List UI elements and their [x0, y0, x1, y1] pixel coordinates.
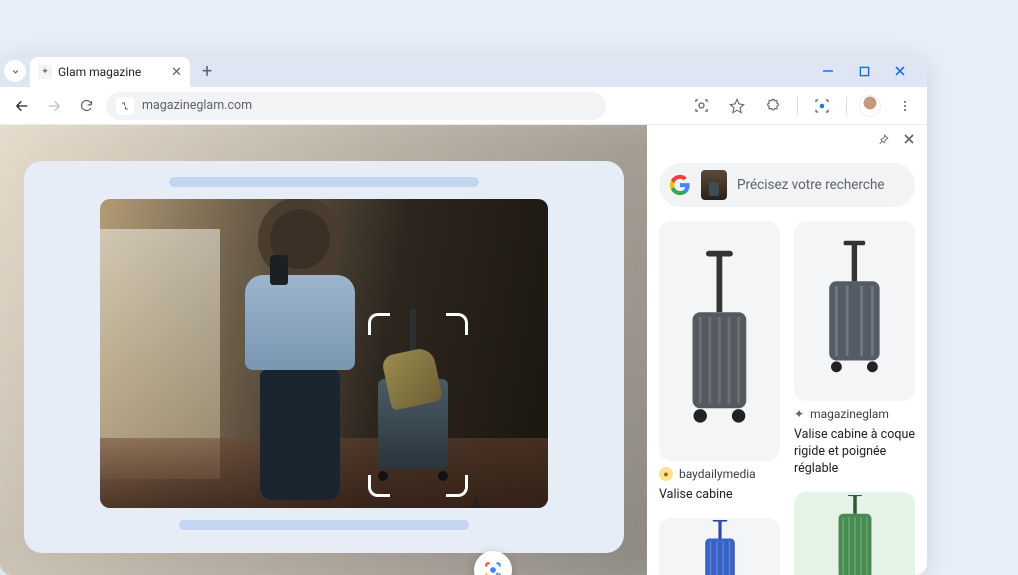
chevron-down-icon [10, 66, 21, 77]
arrow-left-icon [14, 98, 30, 114]
result-source: ● baydailymedia [659, 467, 780, 481]
result-image [659, 518, 780, 575]
address-bar[interactable]: magazineglam.com [106, 92, 606, 120]
lens-icon [693, 97, 710, 114]
reload-icon [79, 98, 94, 113]
result-image [659, 221, 780, 461]
source-favicon-icon: ● [659, 467, 673, 481]
pin-icon [877, 133, 890, 146]
toolbar: magazineglam.com [0, 87, 927, 125]
tab-active[interactable]: ✦ Glam magazine ✕ [30, 57, 190, 87]
new-tab-button[interactable]: + [194, 61, 220, 82]
refine-search-placeholder: Précisez votre recherche [737, 177, 885, 193]
suitcase-icon [690, 520, 750, 575]
tab-close-button[interactable]: ✕ [171, 65, 182, 80]
arrow-right-icon [46, 98, 62, 114]
tab-favicon-icon: ✦ [38, 65, 52, 79]
lens-side-panel: Précisez votre recherche [647, 125, 927, 575]
profile-avatar[interactable] [859, 95, 881, 117]
puzzle-icon [765, 98, 781, 114]
result-image [794, 221, 915, 401]
main-photo[interactable] [100, 199, 548, 508]
suitcase-icon [822, 495, 888, 575]
tab-title: Glam magazine [58, 65, 141, 79]
address-url: magazineglam.com [142, 98, 252, 113]
results-grid: ● baydailymedia Valise cabine [659, 221, 915, 575]
person-illustration [230, 209, 370, 499]
result-card[interactable] [659, 518, 780, 575]
extensions-button[interactable] [761, 94, 785, 118]
result-title: Valise cabine [659, 487, 780, 504]
result-card[interactable]: ● baydailymedia Valise cabine [659, 221, 780, 504]
bookmark-button[interactable] [725, 94, 749, 118]
page-content [0, 125, 647, 575]
close-panel-button[interactable] [901, 131, 917, 147]
lens-toolbar-button[interactable] [689, 94, 713, 118]
lens-active-indicator[interactable] [810, 94, 834, 118]
forward-button[interactable] [42, 94, 66, 118]
content-area: Précisez votre recherche [0, 125, 927, 575]
lens-crop-selection[interactable] [370, 315, 466, 495]
result-source: ✦ magazineglam [794, 407, 915, 421]
suitcase-icon [671, 245, 768, 437]
refine-search-input[interactable]: Précisez votre recherche [659, 163, 915, 207]
suitcase-icon [806, 239, 903, 383]
close-icon [903, 133, 915, 145]
pin-panel-button[interactable] [875, 131, 891, 147]
close-window-button[interactable] [893, 64, 907, 78]
page-card [24, 161, 624, 553]
source-favicon-icon: ✦ [794, 407, 804, 421]
skeleton-bar [179, 520, 469, 530]
lens-color-icon [483, 560, 503, 575]
window-controls [821, 64, 923, 78]
result-card[interactable]: ✦ magazineglam Valise cabine à coque rig… [794, 221, 915, 478]
google-logo-icon [669, 174, 691, 196]
browser-window: ✦ Glam magazine ✕ + [0, 55, 927, 575]
result-image [794, 492, 915, 575]
back-button[interactable] [10, 94, 34, 118]
skeleton-bar [169, 177, 479, 187]
result-title: Valise cabine à coque rigide et poignée … [794, 427, 915, 478]
tab-search-button[interactable] [4, 60, 26, 82]
minimize-button[interactable] [821, 64, 835, 78]
search-image-thumbnail [701, 170, 727, 200]
result-card[interactable] [794, 492, 915, 575]
site-info-icon[interactable] [116, 97, 134, 115]
menu-button[interactable] [893, 94, 917, 118]
tab-strip: ✦ Glam magazine ✕ + [0, 55, 927, 87]
star-icon [729, 98, 745, 114]
kebab-icon [898, 99, 912, 113]
lens-active-icon [813, 97, 831, 115]
reload-button[interactable] [74, 94, 98, 118]
maximize-button[interactable] [857, 64, 871, 78]
crosshair-cursor-icon [468, 498, 484, 508]
